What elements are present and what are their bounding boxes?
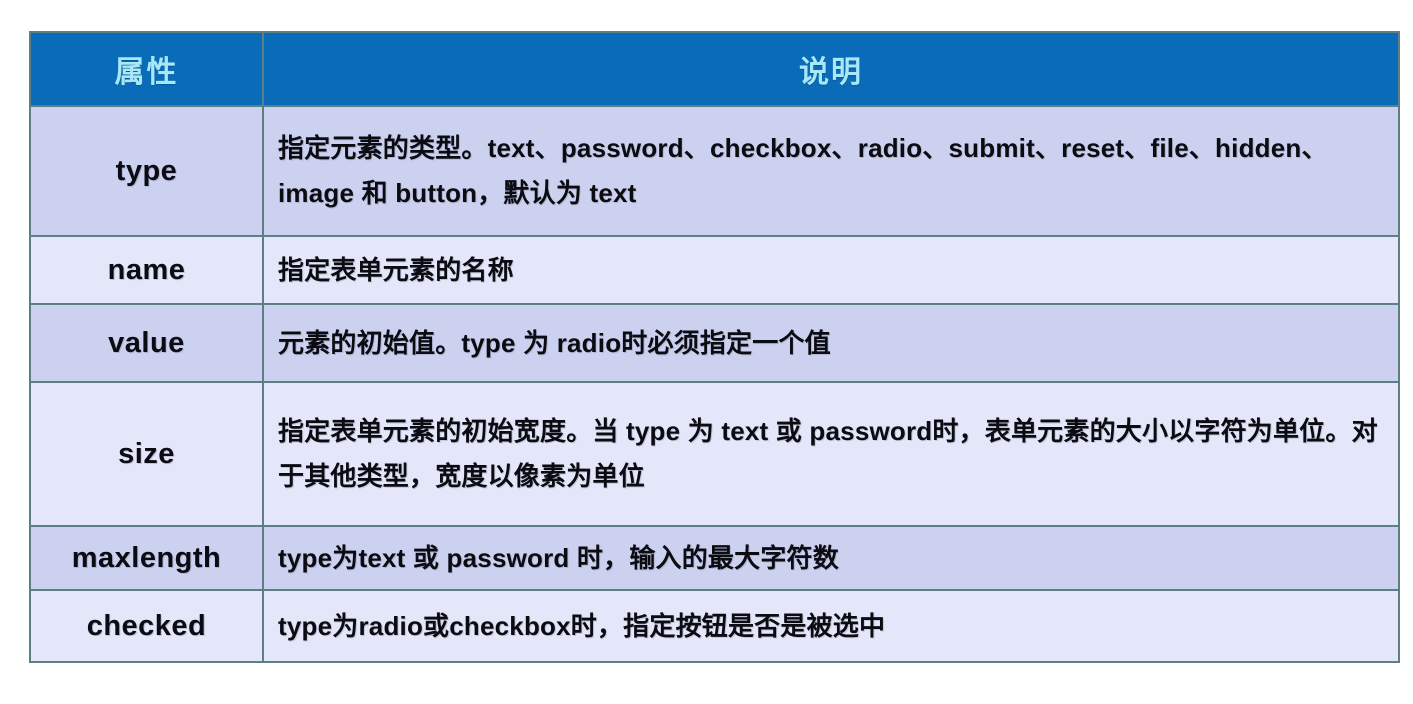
table-header-row: 属性 说明 [29, 31, 1400, 107]
attribute-description-name: 指定表单元素的名称 [262, 235, 1400, 305]
table-row: maxlength type为text 或 password 时，输入的最大字符… [29, 525, 1400, 591]
table-row: name 指定表单元素的名称 [29, 235, 1400, 305]
attribute-description-value: 元素的初始值。type 为 radio时必须指定一个值 [262, 303, 1400, 383]
attribute-name-size: size [29, 381, 264, 527]
column-header-attribute: 属性 [29, 31, 264, 107]
attribute-name-maxlength: maxlength [29, 525, 264, 591]
attribute-description-maxlength: type为text 或 password 时，输入的最大字符数 [262, 525, 1400, 591]
attribute-description-type: 指定元素的类型。text、password、checkbox、radio、sub… [262, 105, 1400, 237]
table-row: value 元素的初始值。type 为 radio时必须指定一个值 [29, 303, 1400, 383]
document-page: 属性 说明 type 指定元素的类型。text、password、checkbo… [0, 0, 1413, 704]
attribute-name-name: name [29, 235, 264, 305]
attribute-description-size: 指定表单元素的初始宽度。当 type 为 text 或 password时，表单… [262, 381, 1400, 527]
input-attributes-table: 属性 说明 type 指定元素的类型。text、password、checkbo… [29, 31, 1400, 663]
table-row: type 指定元素的类型。text、password、checkbox、radi… [29, 105, 1400, 237]
attribute-description-checked: type为radio或checkbox时，指定按钮是否是被选中 [262, 589, 1400, 663]
table-header: 属性 说明 [29, 31, 1400, 107]
table-body: type 指定元素的类型。text、password、checkbox、radi… [29, 105, 1400, 663]
attribute-name-value: value [29, 303, 264, 383]
table-row: checked type为radio或checkbox时，指定按钮是否是被选中 [29, 589, 1400, 663]
table-row: size 指定表单元素的初始宽度。当 type 为 text 或 passwor… [29, 381, 1400, 527]
column-header-description: 说明 [262, 31, 1400, 107]
attribute-name-checked: checked [29, 589, 264, 663]
attribute-name-type: type [29, 105, 264, 237]
